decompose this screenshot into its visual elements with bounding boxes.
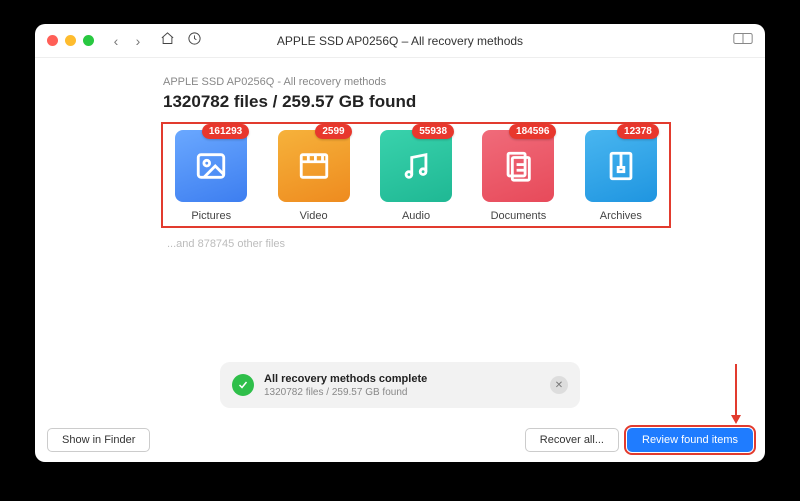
titlebar: ‹ › APPLE SSD AP0256Q – All recovery met… (35, 24, 765, 58)
results-headline: 1320782 files / 259.57 GB found (163, 92, 765, 112)
footer: Show in Finder Recover all... Review fou… (47, 428, 753, 452)
window-body: APPLE SSD AP0256Q - All recovery methods… (35, 58, 765, 462)
archive-icon (604, 149, 638, 183)
clock-icon[interactable] (187, 31, 202, 51)
picture-icon (194, 149, 228, 183)
nav-arrows: ‹ › (108, 33, 146, 49)
status-subtitle: 1320782 files / 259.57 GB found (264, 387, 540, 398)
category-tile: 12378 (585, 130, 657, 202)
nav-forward-button[interactable]: › (130, 33, 146, 49)
category-tile: 161293 (175, 130, 247, 202)
category-video[interactable]: 2599 Video (271, 130, 355, 222)
document-icon (501, 149, 535, 183)
category-label: Archives (600, 210, 642, 222)
category-row: 161293 Pictures 2599 Video 55938 Aud (161, 122, 671, 228)
count-badge: 2599 (315, 124, 351, 139)
minimize-window-button[interactable] (65, 35, 76, 46)
zoom-window-button[interactable] (83, 35, 94, 46)
view-toggle-button[interactable] (733, 32, 753, 50)
other-files-label: ...and 878745 other files (167, 238, 765, 250)
category-tile: 2599 (278, 130, 350, 202)
video-icon (297, 149, 331, 183)
traffic-lights (47, 35, 94, 46)
status-title: All recovery methods complete (264, 373, 540, 385)
toolbar-icons (160, 31, 202, 51)
category-label: Pictures (191, 210, 231, 222)
breadcrumb: APPLE SSD AP0256Q - All recovery methods (163, 76, 765, 88)
category-documents[interactable]: 184596 Documents (476, 130, 560, 222)
category-tile: 184596 (482, 130, 554, 202)
category-pictures[interactable]: 161293 Pictures (169, 130, 253, 222)
category-tile: 55938 (380, 130, 452, 202)
app-window: ‹ › APPLE SSD AP0256Q – All recovery met… (35, 24, 765, 462)
count-badge: 55938 (412, 124, 454, 139)
success-check-icon (232, 374, 254, 396)
home-icon[interactable] (160, 31, 175, 51)
close-window-button[interactable] (47, 35, 58, 46)
count-badge: 12378 (617, 124, 659, 139)
annotation-arrow (735, 364, 737, 422)
category-label: Video (300, 210, 328, 222)
category-audio[interactable]: 55938 Audio (374, 130, 458, 222)
audio-icon (399, 149, 433, 183)
dismiss-toast-button[interactable]: ✕ (550, 376, 568, 394)
show-in-finder-button[interactable]: Show in Finder (47, 428, 150, 452)
review-found-items-button[interactable]: Review found items (627, 428, 753, 452)
category-label: Audio (402, 210, 430, 222)
count-badge: 184596 (509, 124, 556, 139)
category-archives[interactable]: 12378 Archives (579, 130, 663, 222)
category-label: Documents (491, 210, 547, 222)
recover-all-button[interactable]: Recover all... (525, 428, 619, 452)
nav-back-button[interactable]: ‹ (108, 33, 124, 49)
status-text: All recovery methods complete 1320782 fi… (264, 373, 540, 398)
status-toast: All recovery methods complete 1320782 fi… (220, 362, 580, 408)
count-badge: 161293 (202, 124, 249, 139)
